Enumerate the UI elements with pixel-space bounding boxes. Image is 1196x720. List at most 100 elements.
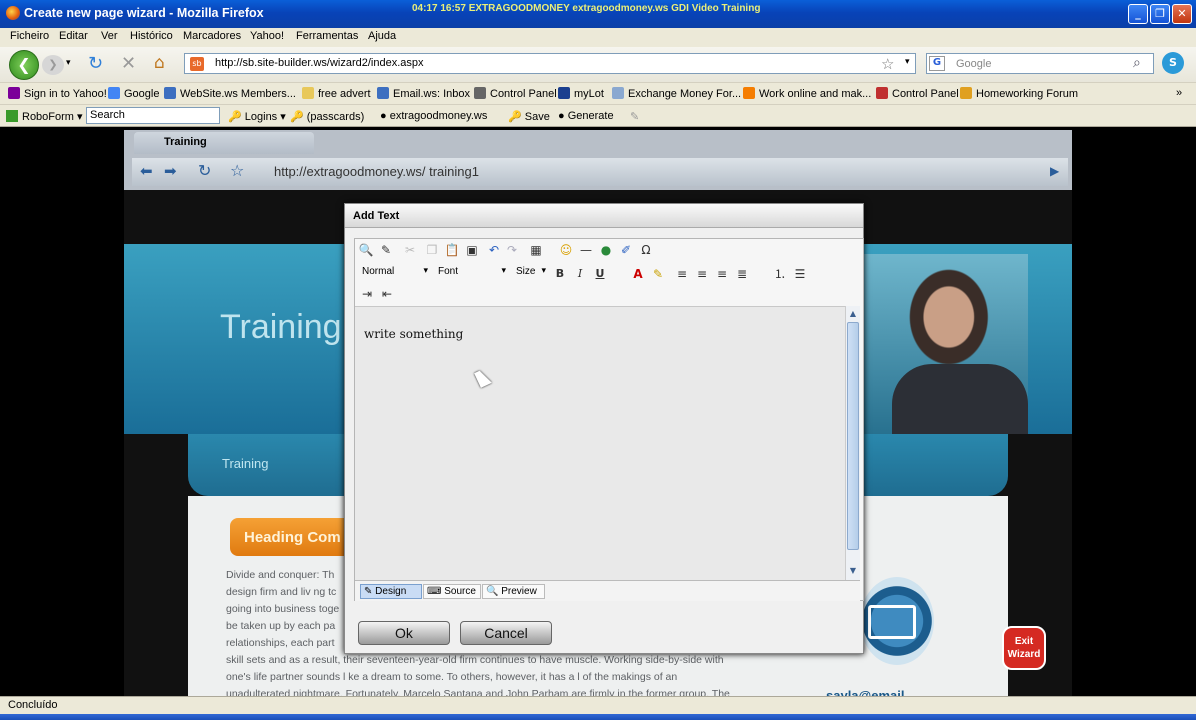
format-painter-icon[interactable]: ✎ <box>378 242 394 258</box>
search-placeholder: Google <box>956 58 992 70</box>
roboform-button[interactable]: RoboForm ▾ <box>6 110 83 123</box>
outdent-icon[interactable]: ⇤ <box>379 286 395 302</box>
horizontal-rule-icon[interactable]: — <box>578 242 594 258</box>
find-icon[interactable]: 🔍 <box>358 242 374 258</box>
folder-icon <box>302 87 314 99</box>
bookmark-item[interactable]: Sign in to Yahoo! <box>8 87 107 100</box>
history-dropdown-icon[interactable]: ▾ <box>66 58 71 68</box>
mylot-icon <box>558 87 570 99</box>
cut-icon[interactable]: ✂ <box>402 242 418 258</box>
paste-special-icon[interactable]: ▣ <box>464 242 480 258</box>
scroll-thumb[interactable] <box>847 322 859 550</box>
bookmark-item[interactable]: Work online and mak... <box>743 87 871 100</box>
maximize-button[interactable]: ❐ <box>1150 4 1170 24</box>
roboform-search-input[interactable]: Search <box>86 107 220 124</box>
menu-tools[interactable]: Ferramentas <box>296 30 358 42</box>
font-select[interactable]: Font <box>434 264 508 280</box>
menu-bookmarks[interactable]: Marcadores <box>183 30 241 42</box>
cancel-button[interactable]: Cancel <box>460 621 552 645</box>
highlight-icon[interactable]: ✎ <box>650 266 666 282</box>
roboform-site[interactable]: ● extragoodmoney.ws <box>380 110 487 122</box>
minimize-button[interactable]: _ <box>1128 4 1148 24</box>
redo-icon[interactable]: ↷ <box>504 242 520 258</box>
paste-icon[interactable]: 📋 <box>444 242 460 258</box>
menu-history[interactable]: Histórico <box>130 30 173 42</box>
bookmark-item[interactable]: myLot <box>558 87 604 100</box>
indent-icon[interactable]: ⇥ <box>359 286 375 302</box>
roboform-passcards[interactable]: 🔑 (passcards) <box>290 110 364 123</box>
paragraph-line: design firm and liv ng tc <box>226 586 337 598</box>
menu-help[interactable]: Ajuda <box>368 30 396 42</box>
emoticon-icon[interactable]: ☺ <box>558 242 574 258</box>
table-icon[interactable]: ▦ <box>528 242 544 258</box>
bookmark-item[interactable]: free advert <box>302 87 371 100</box>
window-titlebar: Create new page wizard - Mozilla Firefox… <box>0 0 1196 28</box>
status-bar: Concluído <box>0 696 1196 714</box>
editor-scrollbar[interactable]: ▲ ▼ <box>845 306 860 580</box>
forward-button[interactable]: ❯ <box>42 55 64 75</box>
search-box[interactable]: G Google ⌕ <box>926 53 1154 74</box>
bookmark-item[interactable]: Control Panel <box>876 87 959 100</box>
home-icon[interactable]: ⌂ <box>154 53 165 73</box>
bullet-list-icon[interactable]: ☰ <box>792 266 808 282</box>
editor-content-area[interactable]: write something <box>355 306 845 580</box>
roboform-generate[interactable]: ● Generate <box>558 110 614 122</box>
tab-source[interactable]: ⌨ Source <box>423 584 481 599</box>
tab-preview[interactable]: 🔍 Preview <box>482 584 545 599</box>
yahoo-icon <box>8 87 20 99</box>
align-right-icon[interactable]: ≡ <box>714 266 730 282</box>
scroll-down-icon[interactable]: ▼ <box>847 564 859 578</box>
search-icon[interactable]: ⌕ <box>1133 55 1141 71</box>
align-center-icon[interactable]: ≡ <box>694 266 710 282</box>
font-color-icon[interactable]: A <box>630 266 646 282</box>
menu-file[interactable]: Ficheiro <box>10 30 49 42</box>
pencil-icon[interactable]: ✎ <box>630 110 639 123</box>
skype-icon[interactable]: S <box>1162 52 1184 74</box>
ordered-list-icon[interactable]: ⒈ <box>772 266 788 282</box>
content-heading: Heading Com <box>244 529 341 546</box>
scroll-up-icon[interactable]: ▲ <box>847 307 859 321</box>
reload-icon[interactable]: ↻ <box>88 53 103 74</box>
format-select[interactable]: Normal <box>358 264 430 280</box>
link-icon[interactable]: ✐ <box>618 242 634 258</box>
copy-icon[interactable]: ❐ <box>424 242 440 258</box>
bookmark-item[interactable]: WebSite.ws Members... <box>164 87 296 100</box>
bookmark-item[interactable]: Google <box>108 87 159 100</box>
roboform-logins[interactable]: 🔑 Logins ▾ <box>228 110 286 123</box>
google-engine-icon[interactable]: G <box>929 56 945 71</box>
recording-overlay: 04:17 16:57 EXTRAGOODMONEY extragoodmone… <box>412 3 761 14</box>
bookmark-item[interactable]: Email.ws: Inbox <box>377 87 470 100</box>
ok-button[interactable]: Ok <box>358 621 450 645</box>
preview-star-icon: ☆ <box>230 161 245 180</box>
url-dropdown-icon[interactable]: ▾ <box>905 57 910 67</box>
menu-view[interactable]: Ver <box>101 30 118 42</box>
special-character-icon[interactable]: Ω <box>638 242 654 258</box>
mail-icon <box>860 577 934 665</box>
taskbar <box>0 714 1196 720</box>
close-button[interactable]: ✕ <box>1172 4 1192 24</box>
bookmark-item[interactable]: Control Panel <box>474 87 557 100</box>
bookmark-item[interactable]: Exchange Money For... <box>612 87 741 100</box>
back-button[interactable]: ❮ <box>9 50 39 80</box>
tab-design[interactable]: ✎ Design <box>360 584 422 599</box>
roboform-save[interactable]: 🔑 Save <box>508 110 550 123</box>
insert-image-icon[interactable]: ● <box>598 242 614 258</box>
italic-icon[interactable]: I <box>572 266 588 282</box>
underline-icon[interactable]: U <box>592 266 608 282</box>
bookmarks-overflow-icon[interactable]: » <box>1176 87 1182 99</box>
align-left-icon[interactable]: ≡ <box>674 266 690 282</box>
menu-yahoo[interactable]: Yahoo! <box>250 30 284 42</box>
exit-wizard-button[interactable]: Exit Wizard <box>1002 626 1046 670</box>
firefox-icon <box>6 6 20 20</box>
bookmark-star-icon[interactable]: ☆ <box>881 55 894 73</box>
size-select[interactable]: Size <box>512 264 548 280</box>
bold-icon[interactable]: B <box>552 266 568 282</box>
editor-mode-tabs: ✎ Design ⌨ Source 🔍 Preview <box>355 580 860 601</box>
menu-edit[interactable]: Editar <box>59 30 88 42</box>
undo-icon[interactable]: ↶ <box>486 242 502 258</box>
bookmark-item[interactable]: Homeworking Forum <box>960 87 1078 100</box>
stop-icon[interactable]: ✕ <box>121 53 136 74</box>
url-bar[interactable]: sb http://sb.site-builder.ws/wizard2/ind… <box>184 53 916 74</box>
justify-icon[interactable]: ≣ <box>734 266 750 282</box>
dialog-title: Add Text <box>345 204 863 228</box>
